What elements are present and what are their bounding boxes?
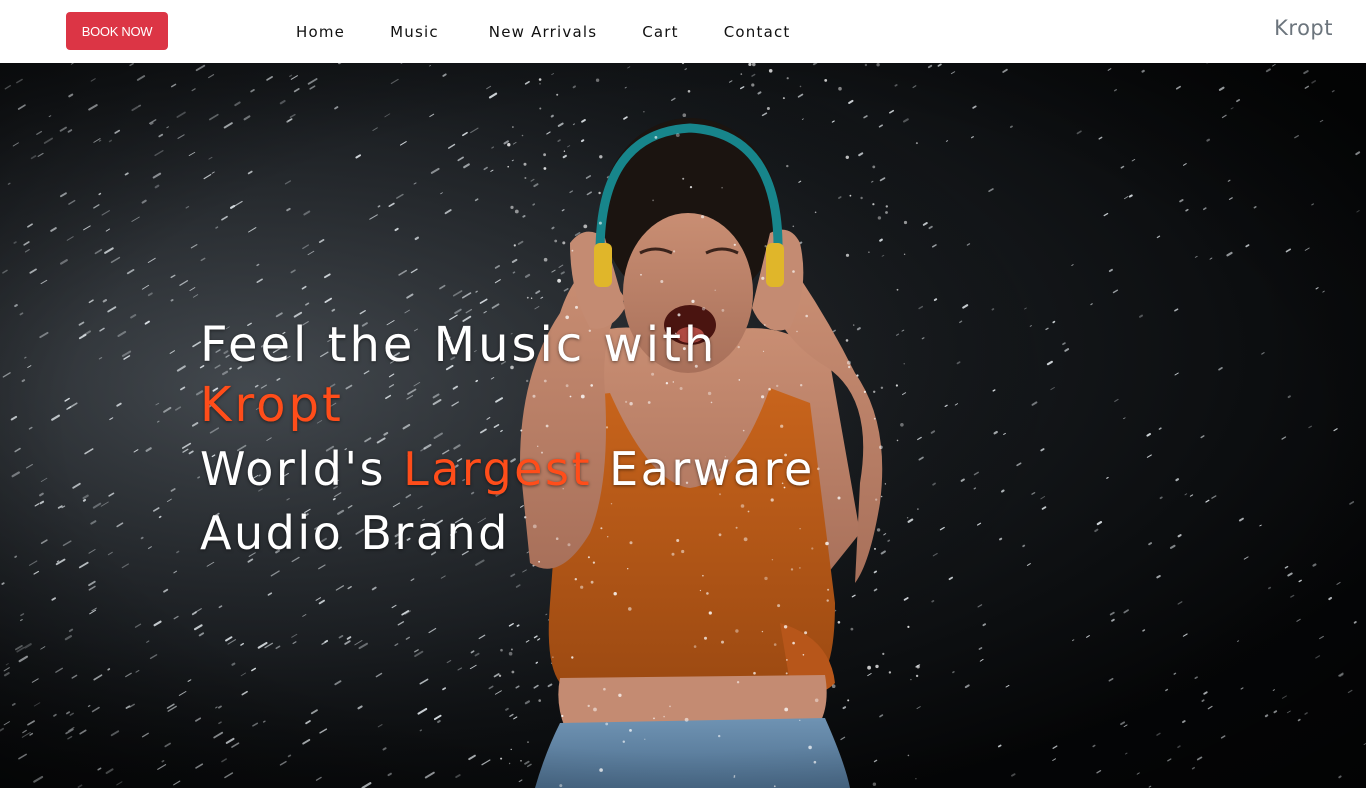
navbar: BOOK NOW Home Music New Arrivals Cart Co… [0, 0, 1366, 63]
tagline-prefix: World's [200, 442, 404, 496]
hero-section: Feel the Music with Kropt World's Larges… [0, 63, 1366, 788]
tagline-line-2: Audio Brand [200, 506, 510, 560]
headline-brand: Kropt [200, 377, 344, 433]
tagline-line-1: World's Largest Earware [200, 438, 815, 500]
headline-line-1: Feel the Music with [200, 317, 718, 373]
nav-contact-link[interactable]: Contact [724, 23, 791, 41]
brand-logo[interactable]: Kropt [1274, 16, 1333, 40]
tagline-suffix: Earware [591, 442, 815, 496]
nav-cart-link[interactable]: Cart [642, 23, 679, 41]
nav-home-link[interactable]: Home [296, 23, 345, 41]
nav-new-arrivals-link[interactable]: New Arrivals [489, 23, 597, 41]
hero-headline: Feel the Music with Kropt World's Larges… [200, 316, 815, 564]
main-nav: Home Music New Arrivals Cart Contact [296, 0, 791, 63]
book-now-button[interactable]: BOOK NOW [66, 12, 168, 50]
nav-music-link[interactable]: Music [390, 23, 439, 41]
tagline-highlight: Largest [403, 442, 592, 496]
